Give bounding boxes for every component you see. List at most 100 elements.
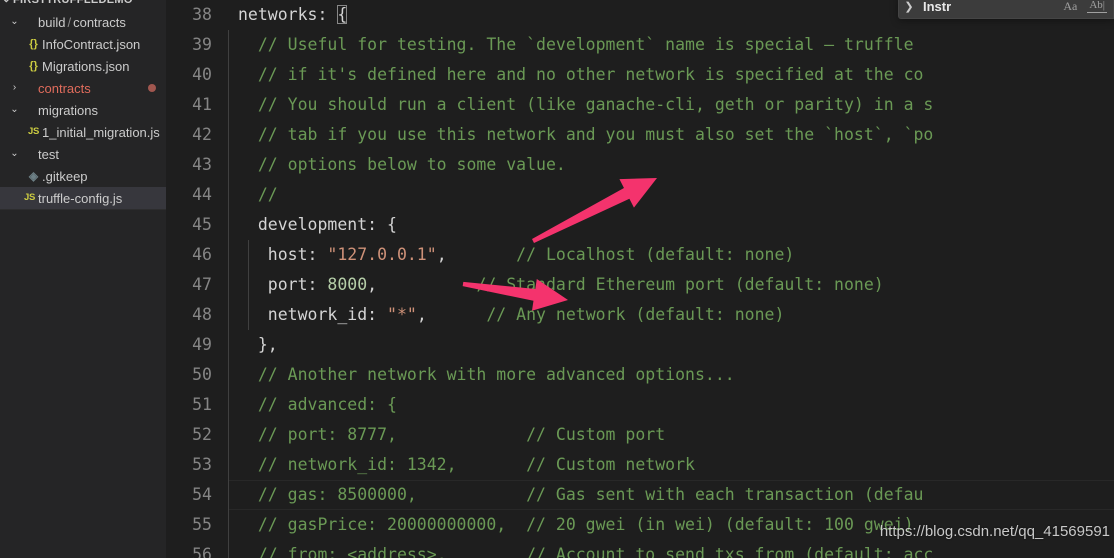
- file-tree[interactable]: ⌄FIRSTTRUFFLEDEMO⌄build/contracts{}InfoC…: [0, 0, 166, 209]
- sidebar-item-label: migrations: [38, 102, 98, 118]
- json-file-icon: {}: [29, 37, 38, 50]
- code-editor[interactable]: 38 networks: {39 // Useful for testing. T…: [166, 0, 1114, 558]
- code-line-text: // gas: 8500000, // Gas sent with each t…: [238, 480, 924, 510]
- code-token: // network_id: 1342, // Custom network: [238, 455, 695, 474]
- js-file-icon: JS: [27, 126, 40, 138]
- code-token: networks:: [238, 5, 328, 24]
- code-line[interactable]: 50 // Another network with more advanced…: [166, 360, 1114, 390]
- chevron-right-icon[interactable]: ›: [8, 83, 21, 93]
- sidebar-item-migrations-json[interactable]: {} Migrations.json: [0, 55, 166, 77]
- code-token: // gasPrice: 20000000000, // 20 gwei (in…: [238, 515, 914, 534]
- sidebar-item-1-initial-migration-js[interactable]: JS 1_initial_migration.js: [0, 121, 166, 143]
- explorer-root-folder[interactable]: ⌄FIRSTTRUFFLEDEMO: [0, 0, 166, 11]
- code-token: development: {: [238, 215, 397, 234]
- indent-guide: [228, 150, 229, 180]
- code-token: "127.0.0.1": [327, 245, 437, 264]
- line-number: 56: [192, 545, 212, 558]
- chevron-down-icon[interactable]: ⌄: [0, 0, 13, 5]
- code-line[interactable]: 43 // options below to some value.: [166, 150, 1114, 180]
- sidebar-item-build[interactable]: ⌄ build / contracts: [0, 11, 166, 33]
- sidebar-item-label: truffle-config.js: [38, 190, 123, 206]
- indent-guide: [228, 180, 229, 210]
- whole-word-icon[interactable]: Ab|: [1087, 0, 1107, 13]
- sidebar-item-label: contracts: [38, 80, 91, 96]
- code-line-text: // tab if you use this network and you m…: [238, 120, 934, 150]
- indent-guide: [228, 480, 229, 510]
- sidebar-item-label: Migrations.json: [42, 58, 130, 74]
- code-line[interactable]: 52 // port: 8777, // Custom port: [166, 420, 1114, 450]
- chevron-right-icon[interactable]: ❯: [899, 0, 919, 13]
- code-line-text: // options below to some value.: [238, 150, 566, 180]
- json-file-icon: {}: [29, 59, 38, 72]
- indent-guide: [228, 450, 229, 480]
- code-line[interactable]: 47 port: 8000, // Standard Ethereum port…: [166, 270, 1114, 300]
- code-line[interactable]: 46 host: "127.0.0.1", // Localhost (defa…: [166, 240, 1114, 270]
- find-options[interactable]: Aa Ab|: [1061, 0, 1113, 13]
- code-line[interactable]: 53 // network_id: 1342, // Custom networ…: [166, 450, 1114, 480]
- sidebar-item-test[interactable]: ⌄ test: [0, 143, 166, 165]
- explorer-root-label: FIRSTTRUFFLEDEMO: [13, 0, 133, 6]
- code-token: // tab if you use this network and you m…: [238, 125, 934, 144]
- line-number: 51: [192, 395, 212, 414]
- code-token: "*": [387, 305, 417, 324]
- find-input[interactable]: Instr: [919, 0, 1061, 14]
- code-line[interactable]: 42 // tab if you use this network and yo…: [166, 120, 1114, 150]
- sidebar-item-infocontract-json[interactable]: {} InfoContract.json: [0, 33, 166, 55]
- sidebar-item-contracts[interactable]: › contracts: [0, 77, 166, 99]
- sidebar-item-truffle-config-js[interactable]: JS truffle-config.js: [0, 187, 166, 209]
- indent-guide: [228, 540, 229, 558]
- status-badge: [148, 84, 156, 92]
- code-line[interactable]: 48 network_id: "*", // Any network (defa…: [166, 300, 1114, 330]
- chevron-down-icon[interactable]: ⌄: [8, 17, 21, 27]
- code-token: port:: [238, 275, 328, 294]
- line-number: 49: [192, 335, 212, 354]
- chevron-down-icon[interactable]: ⌄: [8, 105, 21, 115]
- indent-guide: [228, 60, 229, 90]
- code-token: // port: 8777, // Custom port: [238, 425, 666, 444]
- code-line[interactable]: 41 // You should run a client (like gana…: [166, 90, 1114, 120]
- sidebar-item-label: test: [38, 146, 59, 162]
- code-line[interactable]: 56 // from: <address>, // Account to sen…: [166, 540, 1114, 558]
- code-line-text: networks: {: [238, 0, 348, 30]
- find-widget[interactable]: ❯ Instr Aa Ab|: [898, 0, 1114, 19]
- chevron-down-icon[interactable]: ⌄: [8, 149, 21, 159]
- code-line-text: // network_id: 1342, // Custom network: [238, 450, 695, 480]
- code-token: // options below to some value.: [238, 155, 566, 174]
- code-line[interactable]: 51 // advanced: {: [166, 390, 1114, 420]
- line-number: 47: [192, 275, 212, 294]
- explorer-sidebar[interactable]: ⌄FIRSTTRUFFLEDEMO⌄build/contracts{}InfoC…: [0, 0, 166, 558]
- indent-guide: [228, 30, 229, 60]
- watermark: https://blog.csdn.net/qq_41569591: [879, 523, 1110, 540]
- code-token: // Another network with more advanced op…: [238, 365, 735, 384]
- indent-guide: [228, 420, 229, 450]
- path-separator: /: [67, 14, 72, 30]
- code-token: //: [238, 185, 278, 204]
- code-token: // Any network (default: none): [486, 305, 785, 324]
- code-line[interactable]: 40 // if it's defined here and no other …: [166, 60, 1114, 90]
- line-number: 48: [192, 305, 212, 324]
- code-line[interactable]: 39 // Useful for testing. The `developme…: [166, 30, 1114, 60]
- sidebar-item-label: .gitkeep: [42, 168, 88, 184]
- code-line-text: //: [238, 180, 278, 210]
- code-line-text: // Another network with more advanced op…: [238, 360, 735, 390]
- indent-guide: [228, 120, 229, 150]
- code-lines-container[interactable]: 38 networks: {39 // Useful for testing. T…: [166, 0, 1114, 558]
- sidebar-item-migrations[interactable]: ⌄ migrations: [0, 99, 166, 121]
- line-number: 40: [192, 65, 212, 84]
- sidebar-item-label: InfoContract.json: [42, 36, 141, 52]
- code-token: ,: [367, 275, 477, 294]
- indent-guide: [228, 90, 229, 120]
- sidebar-item-label: 1_initial_migration.js: [42, 124, 160, 140]
- code-token: // from: <address>, // Account to send t…: [238, 545, 934, 558]
- code-line[interactable]: 54 // gas: 8500000, // Gas sent with eac…: [166, 480, 1114, 510]
- line-number: 55: [192, 515, 212, 534]
- code-line[interactable]: 45 development: {: [166, 210, 1114, 240]
- js-file-icon: JS: [23, 192, 36, 204]
- match-case-icon[interactable]: Aa: [1061, 0, 1079, 13]
- line-number: 45: [192, 215, 212, 234]
- code-line[interactable]: 49 },: [166, 330, 1114, 360]
- sidebar-item-gitkeep[interactable]: ◈ .gitkeep: [0, 165, 166, 187]
- line-number: 54: [192, 485, 212, 504]
- code-line[interactable]: 44 //: [166, 180, 1114, 210]
- code-line-text: // port: 8777, // Custom port: [238, 420, 665, 450]
